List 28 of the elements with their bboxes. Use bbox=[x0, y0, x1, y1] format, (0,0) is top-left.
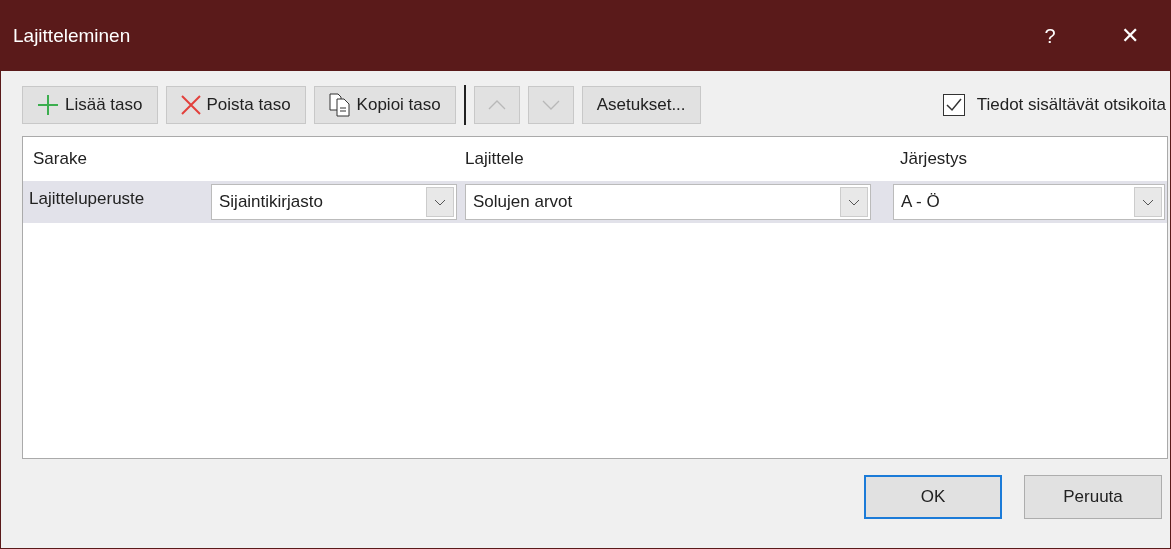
column-header: Lajittele bbox=[464, 149, 525, 169]
check-icon bbox=[945, 98, 962, 112]
order-dropdown[interactable]: A - Ö bbox=[893, 184, 1165, 220]
help-button[interactable]: ? bbox=[1010, 1, 1090, 71]
add-level-button[interactable]: Lisää taso bbox=[22, 86, 158, 124]
chevron-up-icon bbox=[487, 100, 506, 110]
chevron-down-icon bbox=[541, 100, 560, 110]
sort-level-row[interactable]: Lajitteluperuste Sijaintikirjasto Solujen arvot A - Ö bbox=[23, 181, 1167, 223]
options-button[interactable]: Asetukset... bbox=[581, 86, 701, 124]
chevron-down-icon bbox=[848, 198, 860, 206]
row-label: Lajitteluperuste bbox=[28, 188, 146, 209]
column-header: Sarake bbox=[32, 149, 88, 169]
column-header: Järjestys bbox=[899, 149, 969, 169]
chevron-down-icon bbox=[1142, 198, 1154, 206]
sort-on-dropdown[interactable]: Solujen arvot bbox=[465, 184, 871, 220]
copy-level-button[interactable]: Kopioi taso bbox=[313, 86, 456, 124]
cross-icon bbox=[180, 95, 201, 115]
plus-icon bbox=[37, 94, 59, 116]
copy-icon bbox=[328, 93, 351, 117]
delete-level-button[interactable]: Poista taso bbox=[165, 86, 306, 124]
window-title: Lajitteleminen bbox=[12, 25, 132, 47]
chevron-down-icon bbox=[434, 198, 446, 206]
headers-checkbox[interactable]: Tiedot sisältävät otsikoita bbox=[942, 94, 1168, 116]
cancel-button[interactable]: Peruuta bbox=[1024, 475, 1162, 519]
column-dropdown[interactable]: Sijaintikirjasto bbox=[211, 184, 457, 220]
checkbox[interactable] bbox=[942, 94, 965, 116]
ok-button[interactable]: OK bbox=[864, 475, 1002, 519]
close-button[interactable]: ✕ bbox=[1090, 1, 1170, 71]
